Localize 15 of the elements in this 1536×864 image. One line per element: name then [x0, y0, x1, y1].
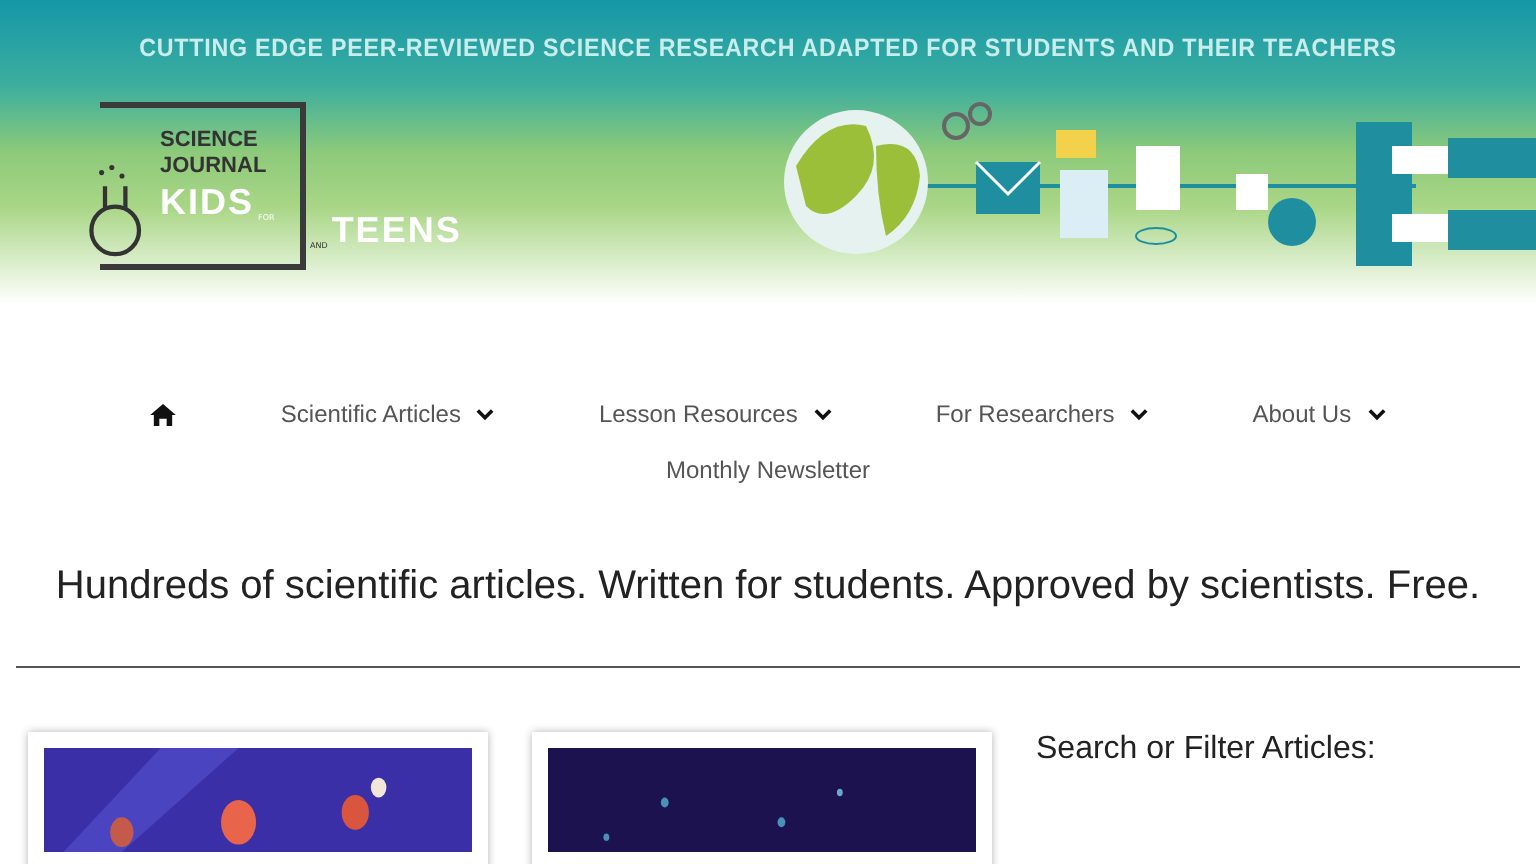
sidebar-heading: Search or Filter Articles:	[1036, 732, 1376, 768]
tagline: CUTTING EDGE PEER-REVIEWED SCIENCE RESEARCH ADAPTED FOR STUDENTS AND THEIR TEACHERS	[137, 32, 1399, 62]
nav-link[interactable]: Lesson Resources	[598, 400, 832, 428]
article-card[interactable]	[532, 732, 992, 864]
nav-link[interactable]: Monthly Newsletter	[665, 456, 871, 484]
nav-link[interactable]: For Researchers	[935, 400, 1149, 428]
headline: Hundreds of scientific articles. Written for students. Approved by scientists. Free.	[53, 564, 1483, 610]
home-icon[interactable]	[150, 403, 177, 425]
nav-link[interactable]: Scientific Articles	[280, 400, 495, 428]
logo-text: SCIENCE	[160, 128, 260, 154]
logo-text: KIDS	[160, 180, 255, 224]
logo-text: JOURNAL	[160, 154, 269, 180]
nav-link[interactable]: About Us	[1252, 400, 1386, 428]
article-card[interactable]	[28, 732, 488, 864]
logo-text: TEENS	[331, 208, 462, 252]
